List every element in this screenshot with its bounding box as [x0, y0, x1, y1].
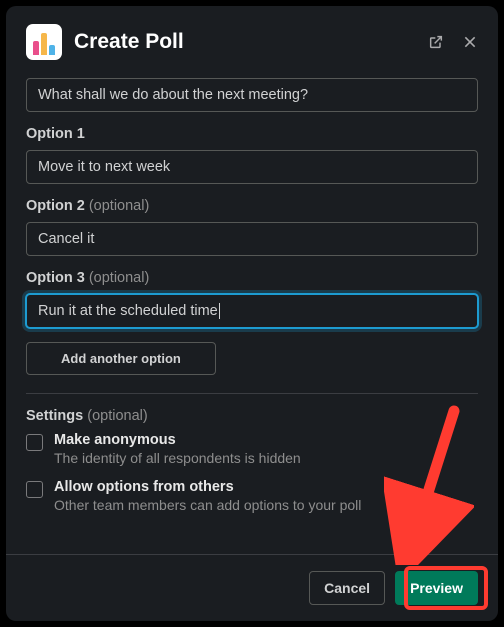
- close-icon[interactable]: [462, 34, 478, 50]
- option-input[interactable]: [26, 150, 478, 184]
- setting-checkbox[interactable]: [26, 434, 43, 451]
- poll-question-input[interactable]: [26, 78, 478, 112]
- cancel-button[interactable]: Cancel: [309, 571, 385, 605]
- modal-title: Create Poll: [74, 30, 416, 54]
- add-option-button[interactable]: Add another option: [26, 342, 216, 375]
- settings-label: Settings (optional): [26, 408, 478, 424]
- setting-title: Allow options from others: [54, 479, 361, 495]
- preview-button[interactable]: Preview: [395, 571, 478, 605]
- setting-checkbox[interactable]: [26, 481, 43, 498]
- setting-title: Make anonymous: [54, 432, 301, 448]
- open-external-icon[interactable]: [428, 34, 444, 50]
- create-poll-modal: Create Poll Option 1 Option 2: [6, 6, 498, 621]
- modal-footer: Cancel Preview: [6, 554, 498, 621]
- poll-app-icon: [26, 24, 62, 60]
- option-label: Option 2 (optional): [26, 198, 478, 214]
- modal-header: Create Poll: [6, 6, 498, 70]
- option-label: Option 1: [26, 126, 478, 142]
- option-input[interactable]: Run it at the scheduled time: [26, 294, 478, 328]
- setting-row: Allow options from others Other team memb…: [26, 479, 478, 513]
- setting-description: Other team members can add options to yo…: [54, 497, 361, 513]
- modal-body: Option 1 Option 2 (optional) Option 3 (op…: [6, 70, 498, 554]
- option-label: Option 3 (optional): [26, 270, 478, 286]
- divider: [26, 393, 478, 394]
- setting-description: The identity of all respondents is hidde…: [54, 450, 301, 466]
- option-input[interactable]: [26, 222, 478, 256]
- setting-row: Make anonymous The identity of all respon…: [26, 432, 478, 466]
